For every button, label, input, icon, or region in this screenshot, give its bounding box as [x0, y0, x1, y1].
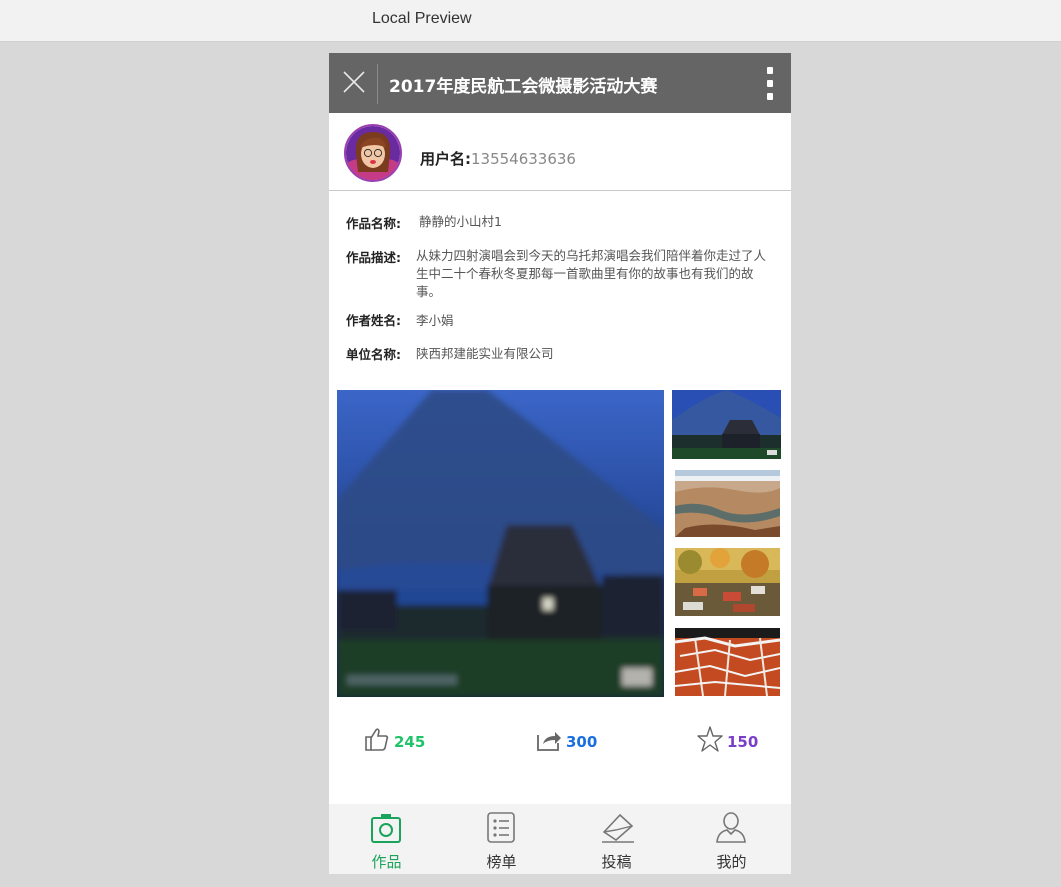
tab-label: 作品: [371, 853, 402, 871]
close-icon: [343, 71, 365, 93]
username-value: 13554633636: [471, 150, 576, 168]
unit-label: 单位名称:: [346, 347, 401, 362]
thumbnail-2[interactable]: [675, 470, 780, 537]
share-count: 300: [566, 733, 598, 751]
list-icon: [487, 812, 515, 843]
author-label: 作者姓名:: [346, 313, 401, 328]
tab-label: 投稿: [601, 853, 632, 871]
star-icon: [697, 726, 723, 752]
close-button[interactable]: [329, 53, 377, 113]
share-icon: [537, 732, 561, 751]
avatar[interactable]: [344, 124, 402, 182]
share-button[interactable]: 300: [536, 723, 606, 759]
tab-works[interactable]: 作品: [329, 804, 444, 874]
more-menu-button[interactable]: [759, 65, 781, 103]
username-field: 用户名:13554633636: [420, 148, 576, 169]
favorite-button[interactable]: 150: [697, 723, 767, 759]
tab-submit[interactable]: 投稿: [559, 804, 674, 874]
tab-ranking[interactable]: 榜单: [444, 804, 559, 874]
work-name-label: 作品名称:: [346, 216, 401, 231]
author-row: 作者姓名: 李小娟: [346, 310, 786, 330]
tab-label: 榜单: [486, 853, 517, 871]
page-title: 2017年度民航工会微摄影活动大赛: [389, 77, 658, 97]
thumbnail-1[interactable]: [672, 390, 781, 459]
browser-title: Local Preview: [372, 10, 472, 27]
app-header: 2017年度民航工会微摄影活动大赛: [329, 53, 791, 113]
user-row: 用户名:13554633636: [329, 113, 791, 191]
header-divider: [377, 64, 378, 104]
thumbnail-3[interactable]: [675, 548, 780, 616]
work-desc-row: 作品描述: 从妹力四射演唱会到今天的乌托邦演唱会我们陪伴着你走过了人生中二十个春…: [346, 247, 786, 303]
like-button[interactable]: 245: [364, 723, 434, 759]
submit-icon: [602, 813, 634, 843]
main-photo[interactable]: [337, 390, 664, 697]
unit-value: 陕西邦建能实业有限公司: [416, 346, 554, 361]
work-desc-value: 从妹力四射演唱会到今天的乌托邦演唱会我们陪伴着你走过了人生中二十个春秋冬夏那每一…: [416, 248, 767, 299]
work-name-value: 静静的小山村1: [419, 214, 502, 229]
tab-label: 我的: [716, 853, 747, 871]
username-label: 用户名:: [420, 150, 471, 168]
bottom-tab-bar: 作品 榜单 投稿 我的: [329, 804, 791, 874]
phone-screen: 2017年度民航工会微摄影活动大赛 用户名:13554633636 作品名称: …: [329, 53, 791, 874]
user-icon: [716, 812, 746, 843]
thumbs-up-icon: [365, 728, 389, 751]
work-desc-label: 作品描述:: [346, 250, 401, 265]
stats-bar: 245 300 150: [329, 723, 791, 759]
work-name-row: 作品名称: 静静的小山村1: [346, 213, 786, 233]
browser-bar: Local Preview: [0, 0, 1061, 42]
camera-icon: [371, 814, 401, 843]
like-count: 245: [394, 733, 426, 751]
author-value: 李小娟: [416, 313, 454, 328]
thumbnail-4[interactable]: [675, 628, 780, 696]
favorite-count: 150: [727, 733, 759, 751]
unit-row: 单位名称: 陕西邦建能实业有限公司: [346, 344, 786, 364]
tab-profile[interactable]: 我的: [674, 804, 789, 874]
